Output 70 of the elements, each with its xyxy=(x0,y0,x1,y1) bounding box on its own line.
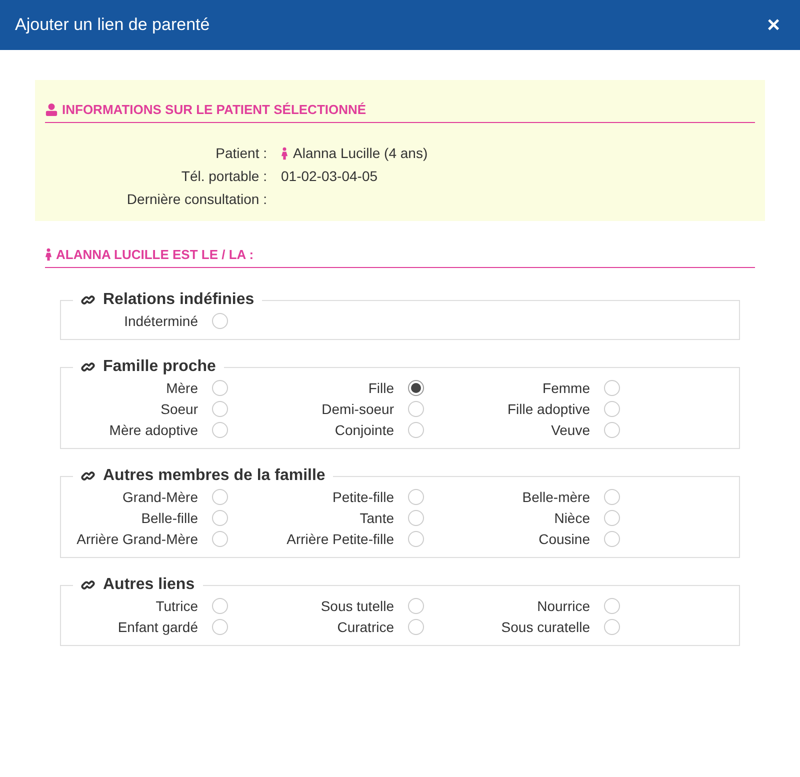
field-label: Patient : xyxy=(214,145,267,161)
group-title: Relations indéfinies xyxy=(103,291,254,309)
link-icon xyxy=(81,293,95,307)
option-label: Mère adoptive xyxy=(108,422,198,438)
option-label: Belle-fille xyxy=(140,510,198,526)
radio-button[interactable] xyxy=(408,510,424,526)
option-label: Fille xyxy=(367,380,394,396)
radio-button[interactable] xyxy=(408,489,424,505)
radio-button[interactable] xyxy=(604,489,620,505)
radio-button[interactable] xyxy=(408,401,424,417)
radio-button[interactable] xyxy=(212,531,228,547)
radio-button[interactable] xyxy=(212,380,228,396)
group-title: Autres membres de la famille xyxy=(103,467,326,485)
option-label: Belle-mère xyxy=(521,489,590,505)
option-label: Femme xyxy=(542,380,590,396)
link-icon xyxy=(81,578,95,592)
option-label: Petite-fille xyxy=(332,489,394,505)
radio-button[interactable] xyxy=(408,380,424,396)
option-label: Fille adoptive xyxy=(506,401,590,417)
option-label: Arrière Petite-fille xyxy=(286,531,394,547)
group-title: Autres liens xyxy=(103,576,195,594)
option-label: Sous curatelle xyxy=(500,619,590,635)
radio-button[interactable] xyxy=(212,401,228,417)
radio-button[interactable] xyxy=(604,531,620,547)
option-label: Veuve xyxy=(550,422,590,438)
option-label: Enfant gardé xyxy=(116,619,198,635)
option-label: Tante xyxy=(358,510,394,526)
field-value: Alanna Lucille (4 ans) xyxy=(293,145,428,161)
radio-button[interactable] xyxy=(212,619,228,635)
field-label: Tél. portable : xyxy=(180,168,267,184)
radio-button[interactable] xyxy=(604,401,620,417)
option-label: Conjointe xyxy=(334,422,394,438)
option-label: Tutrice xyxy=(154,598,198,614)
option-label: Demi-soeur xyxy=(320,401,394,417)
radio-button[interactable] xyxy=(604,619,620,635)
option-label: Nourrice xyxy=(536,598,590,614)
patient-badge-icon xyxy=(45,103,58,116)
radio-button[interactable] xyxy=(212,510,228,526)
radio-button[interactable] xyxy=(212,313,228,329)
option-label: Grand-Mère xyxy=(122,489,198,505)
link-icon xyxy=(81,469,95,483)
section-heading: INFORMATIONS SUR LE PATIENT SÉLECTIONNÉ xyxy=(62,102,366,117)
close-button[interactable]: × xyxy=(763,14,784,36)
radio-button[interactable] xyxy=(604,422,620,438)
radio-button[interactable] xyxy=(408,598,424,614)
option-label: Soeur xyxy=(160,401,198,417)
radio-button[interactable] xyxy=(212,598,228,614)
radio-button[interactable] xyxy=(604,598,620,614)
group-title: Famille proche xyxy=(103,358,216,376)
female-person-icon xyxy=(281,146,288,160)
option-label: Indéterminé xyxy=(123,313,198,329)
section-heading: ALANNA LUCILLE EST LE / LA : xyxy=(56,247,254,262)
radio-button[interactable] xyxy=(604,380,620,396)
option-label: Nièce xyxy=(553,510,590,526)
option-label: Arrière Grand-Mère xyxy=(76,531,198,547)
radio-button[interactable] xyxy=(212,489,228,505)
female-person-icon xyxy=(45,248,52,261)
radio-button[interactable] xyxy=(408,531,424,547)
radio-button[interactable] xyxy=(408,619,424,635)
option-label: Mère xyxy=(165,380,198,396)
field-value: 01-02-03-04-05 xyxy=(281,168,378,184)
link-icon xyxy=(81,360,95,374)
option-label: Cousine xyxy=(538,531,590,547)
option-label: Sous tutelle xyxy=(320,598,394,614)
field-label: Dernière consultation : xyxy=(126,191,267,207)
window-title: Ajouter un lien de parenté xyxy=(15,15,210,35)
radio-button[interactable] xyxy=(604,510,620,526)
radio-button[interactable] xyxy=(408,422,424,438)
radio-button[interactable] xyxy=(212,422,228,438)
option-label: Curatrice xyxy=(336,619,394,635)
